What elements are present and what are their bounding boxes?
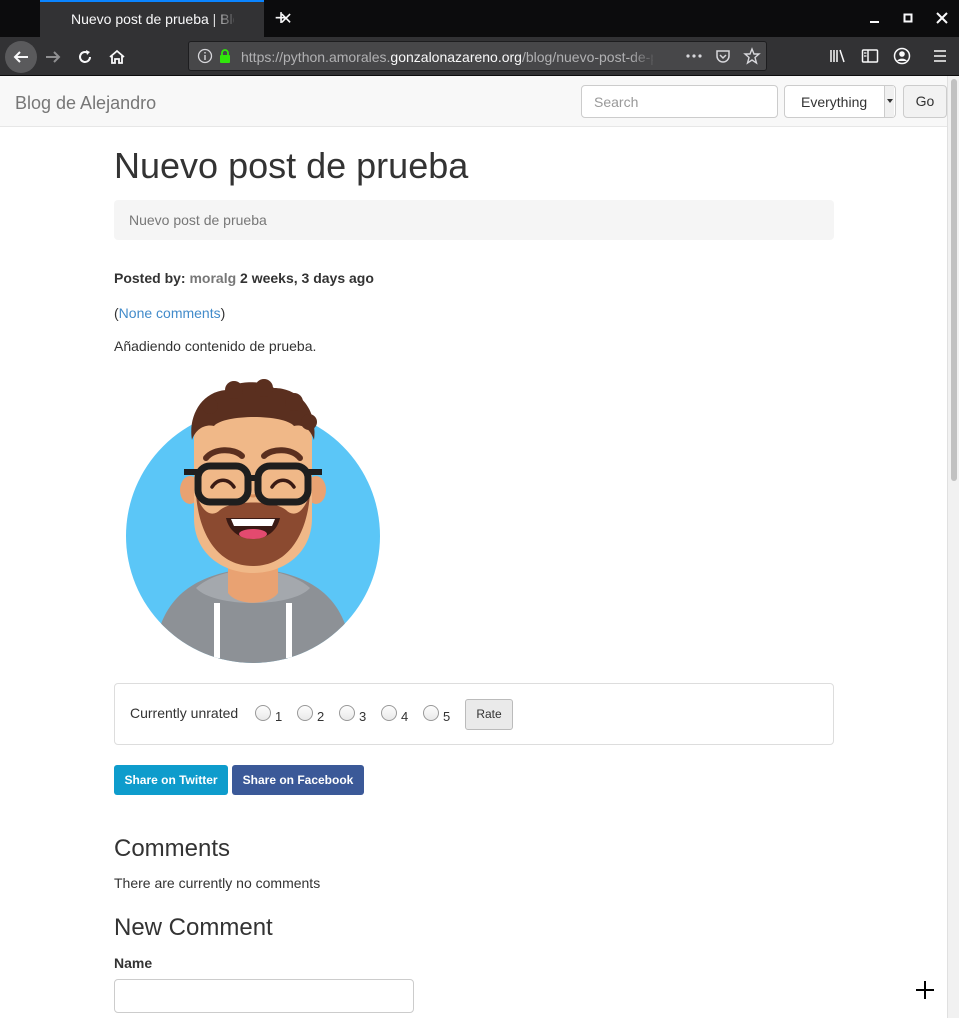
url-prefix: https://python.amorales. <box>241 49 391 65</box>
rating-form: Currently unrated 1 2 3 4 5 Rate <box>114 683 834 745</box>
reload-icon[interactable] <box>70 42 100 72</box>
pocket-icon[interactable] <box>715 48 731 64</box>
site-brand-link[interactable]: Blog de Alejandro <box>15 93 156 114</box>
post-title: Nuevo post de prueba <box>114 145 469 186</box>
rating-option-2: 2 <box>317 709 325 724</box>
share-facebook-button[interactable]: Share on Facebook <box>232 765 364 795</box>
new-comment-heading: New Comment <box>114 914 273 941</box>
rating-radio-4[interactable] <box>381 705 397 721</box>
maximize-icon[interactable] <box>898 8 918 28</box>
tab-title-fade <box>210 2 238 37</box>
rating-radio-1[interactable] <box>255 705 271 721</box>
search-go-button[interactable]: Go <box>903 85 947 118</box>
comments-link[interactable]: None comments <box>119 305 221 321</box>
post-author-link[interactable]: moralg <box>189 270 236 286</box>
rate-button[interactable]: Rate <box>465 699 513 730</box>
sidebar-icon[interactable] <box>861 48 879 64</box>
minimize-icon[interactable] <box>864 8 884 28</box>
home-icon[interactable] <box>102 42 132 72</box>
browser-toolbar: https://python.amorales.gonzalonazareno.… <box>0 37 959 76</box>
site-navbar: Blog de Alejandro Everything Go <box>0 76 947 127</box>
browser-tab-bar: Nuevo post de prueba | Blog de Alejandro… <box>0 0 959 37</box>
rating-radio-2[interactable] <box>297 705 313 721</box>
page-scrollbar[interactable] <box>947 76 959 1018</box>
name-field-label: Name <box>114 955 153 971</box>
comments-heading: Comments <box>114 835 231 862</box>
url-domain: gonzalonazareno.org <box>390 49 522 65</box>
rating-option-5: 5 <box>443 709 451 724</box>
posted-by-label: Posted by: <box>114 270 186 286</box>
share-twitter-button[interactable]: Share on Twitter <box>114 765 228 795</box>
new-tab-icon[interactable]: + <box>270 6 292 30</box>
chevron-down-icon <box>884 86 894 117</box>
rating-radio-3[interactable] <box>339 705 355 721</box>
comments-count: (None comments) <box>114 305 225 321</box>
forward-icon[interactable] <box>38 42 68 72</box>
account-icon[interactable] <box>893 47 911 65</box>
menu-icon[interactable] <box>931 48 949 64</box>
rating-option-1: 1 <box>275 709 283 724</box>
url-fade <box>629 44 657 68</box>
post-lead-box: Nuevo post de prueba <box>114 200 834 240</box>
rating-option-4: 4 <box>401 709 409 724</box>
more-actions-icon[interactable] <box>685 48 703 64</box>
close-window-icon[interactable] <box>932 8 952 28</box>
crosshair-cursor-icon <box>915 980 935 1000</box>
back-icon[interactable] <box>5 41 37 73</box>
search-scope-select[interactable]: Everything <box>784 85 896 118</box>
post-body: Añadiendo contenido de prueba. <box>114 338 317 354</box>
paren-close: ) <box>220 305 226 321</box>
info-icon[interactable] <box>197 48 213 64</box>
rating-option-3: 3 <box>359 709 367 724</box>
url-bar[interactable]: https://python.amorales.gonzalonazareno.… <box>188 41 767 71</box>
post-lead-text: Nuevo post de prueba <box>129 212 267 228</box>
url-text: https://python.amorales.gonzalonazareno.… <box>241 49 653 65</box>
post-avatar-image <box>126 379 380 663</box>
scrollbar-thumb[interactable] <box>951 79 957 481</box>
lock-icon[interactable] <box>218 48 232 64</box>
no-comments-text: There are currently no comments <box>114 875 321 891</box>
browser-tab-active[interactable]: Nuevo post de prueba | Blog de Alejandro… <box>40 0 293 37</box>
post-time-ago: 2 weeks, 3 days ago <box>240 270 374 286</box>
search-input[interactable] <box>581 85 778 118</box>
post-meta: Posted by: moralg 2 weeks, 3 days ago <box>114 270 374 286</box>
bookmark-star-icon[interactable] <box>743 47 761 65</box>
name-input[interactable] <box>114 979 414 1013</box>
library-icon[interactable] <box>829 48 847 64</box>
rating-status: Currently unrated <box>130 705 239 721</box>
search-scope-value: Everything <box>801 94 868 110</box>
rating-radio-5[interactable] <box>423 705 439 721</box>
